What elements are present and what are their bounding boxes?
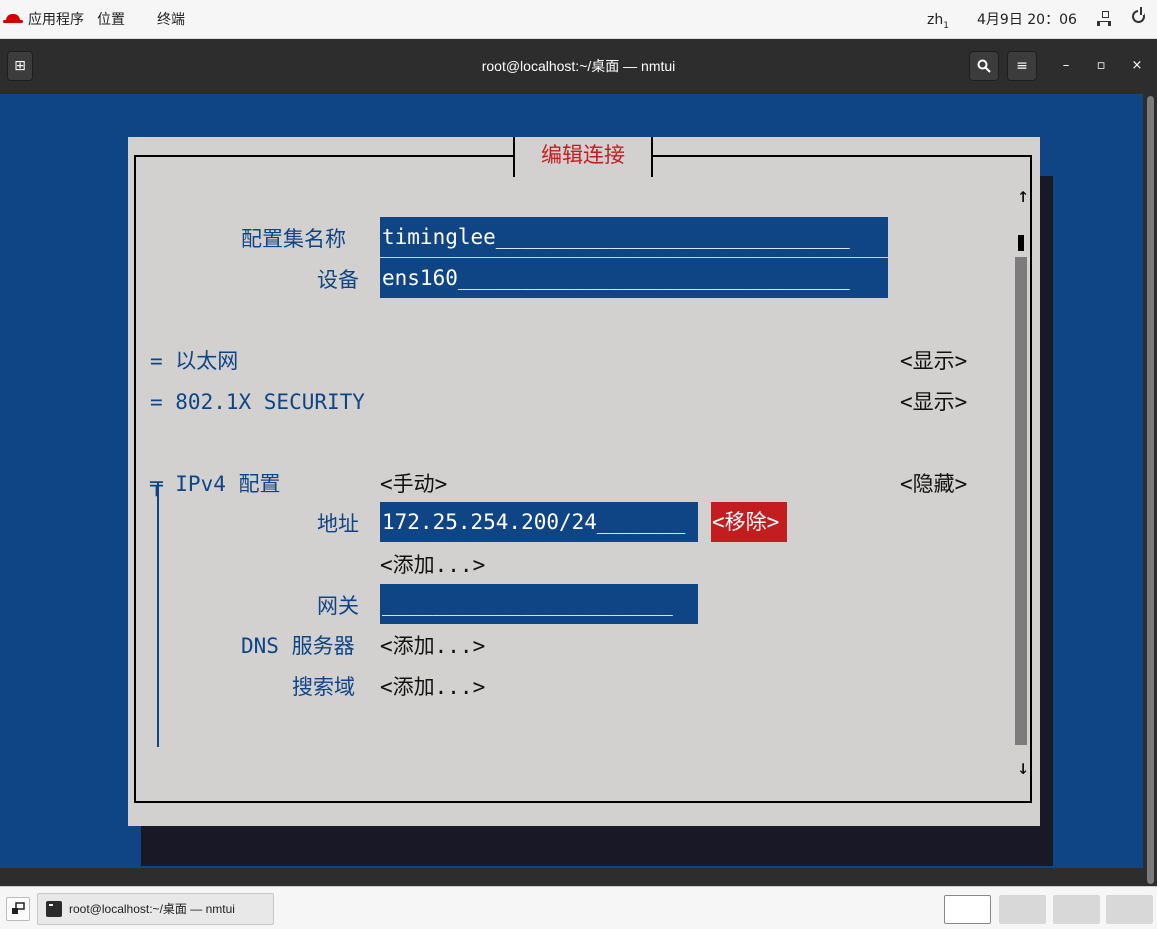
gateway-field[interactable]: _______________________ (380, 584, 698, 624)
input-method-label: zh (927, 12, 944, 28)
device-label: 设备 (317, 268, 359, 292)
add-search-domain-button[interactable]: <添加...> (380, 673, 485, 701)
dialog-shadow-bottom (141, 826, 1053, 866)
address-field[interactable]: 172.25.254.200/24_______ (380, 502, 698, 542)
scroll-down-arrow-icon: ↓ (1017, 755, 1030, 779)
profile-name-label: 配置集名称 (241, 227, 346, 251)
dialog-scroll-position (1018, 235, 1024, 251)
terminal-area[interactable]: 编辑连接 ↑ ↓ 配置集名称 timinglee________________… (0, 94, 1157, 886)
ipv4-section-label: ╤ IPv4 配置 (150, 472, 281, 496)
address-label: 地址 (317, 512, 359, 536)
taskbar-window-label: root@localhost:~/桌面 — nmtui (69, 902, 235, 916)
ipv4-tree-line (157, 482, 159, 747)
minimize-button[interactable]: – (1055, 55, 1077, 77)
terminal-titlebar: root@localhost:~/桌面 — nmtui ⊞ ≡ – ▫ × (0, 39, 1157, 94)
workspace-2[interactable] (999, 895, 1046, 924)
dialog-shadow-right (1040, 176, 1053, 866)
security-show-button[interactable]: <显示> (900, 388, 967, 416)
redhat-logo-icon (3, 14, 23, 23)
top-bar: 应用程序 位置 终端 zh1 4月9日 20：06 (0, 0, 1157, 39)
network-icon[interactable] (1097, 11, 1111, 27)
terminal-bottom-strip (0, 868, 1143, 886)
applications-menu[interactable]: 应用程序 (28, 0, 84, 38)
add-address-button[interactable]: <添加...> (380, 551, 485, 579)
workspace-3[interactable] (1053, 895, 1100, 924)
workspace-1[interactable] (944, 895, 991, 924)
edit-connection-dialog: 编辑连接 ↑ ↓ 配置集名称 timinglee________________… (128, 137, 1040, 826)
security-section-label: = 802.1X SECURITY (150, 390, 365, 414)
remove-address-label: <移除> (712, 510, 780, 534)
search-button[interactable] (969, 51, 999, 81)
scroll-up-arrow-icon: ↑ (1017, 183, 1030, 207)
bottom-taskbar: root@localhost:~/桌面 — nmtui (0, 886, 1157, 929)
dns-label: DNS 服务器 (241, 634, 355, 658)
dialog-title: 编辑连接 (541, 143, 625, 167)
close-icon: × (1131, 58, 1143, 73)
dialog-title-box: 编辑连接 (513, 137, 653, 177)
ipv4-mode-select[interactable]: <手动> (380, 470, 447, 498)
taskbar-window-item[interactable]: root@localhost:~/桌面 — nmtui (37, 893, 274, 925)
profile-name-field[interactable]: timinglee____________________________ (380, 217, 888, 257)
profile-name-value: timinglee____________________________ (382, 225, 850, 249)
device-field[interactable]: ens160_______________________________ (380, 258, 888, 298)
show-desktop-button[interactable] (6, 897, 30, 921)
ethernet-section-label: = 以太网 (150, 349, 239, 373)
remove-address-button[interactable]: <移除> (711, 502, 787, 542)
dialog-scrollbar[interactable] (1015, 257, 1027, 745)
maximize-icon: ▫ (1096, 58, 1106, 73)
gateway-label: 网关 (317, 594, 359, 618)
power-icon[interactable] (1132, 7, 1145, 23)
search-icon (977, 59, 991, 73)
input-method-indicator[interactable]: zh1 (927, 0, 949, 38)
ipv4-hide-button[interactable]: <隐藏> (900, 470, 967, 498)
address-value: 172.25.254.200/24_______ (382, 510, 686, 534)
terminal-icon (46, 901, 62, 917)
places-menu[interactable]: 位置 (97, 0, 125, 38)
show-desktop-icon (12, 902, 25, 914)
terminal-scrollbar-thumb[interactable] (1147, 96, 1154, 884)
input-method-sub: 1 (943, 21, 949, 31)
add-dns-button[interactable]: <添加...> (380, 632, 485, 660)
new-tab-button[interactable]: ⊞ (7, 51, 33, 81)
hamburger-icon: ≡ (1016, 58, 1028, 74)
clock[interactable]: 4月9日 20：06 (977, 0, 1077, 38)
close-button[interactable]: × (1126, 55, 1148, 77)
workspace-4[interactable] (1106, 895, 1153, 924)
minimize-icon: – (1062, 58, 1070, 73)
device-value: ens160_______________________________ (382, 266, 850, 290)
gateway-value: _______________________ (382, 592, 673, 616)
maximize-button[interactable]: ▫ (1090, 55, 1112, 77)
app-menu-terminal[interactable]: 终端 (157, 0, 185, 38)
new-tab-icon: ⊞ (14, 58, 26, 74)
search-domain-label: 搜索域 (292, 675, 355, 699)
ethernet-show-button[interactable]: <显示> (900, 347, 967, 375)
menu-button[interactable]: ≡ (1007, 51, 1037, 81)
